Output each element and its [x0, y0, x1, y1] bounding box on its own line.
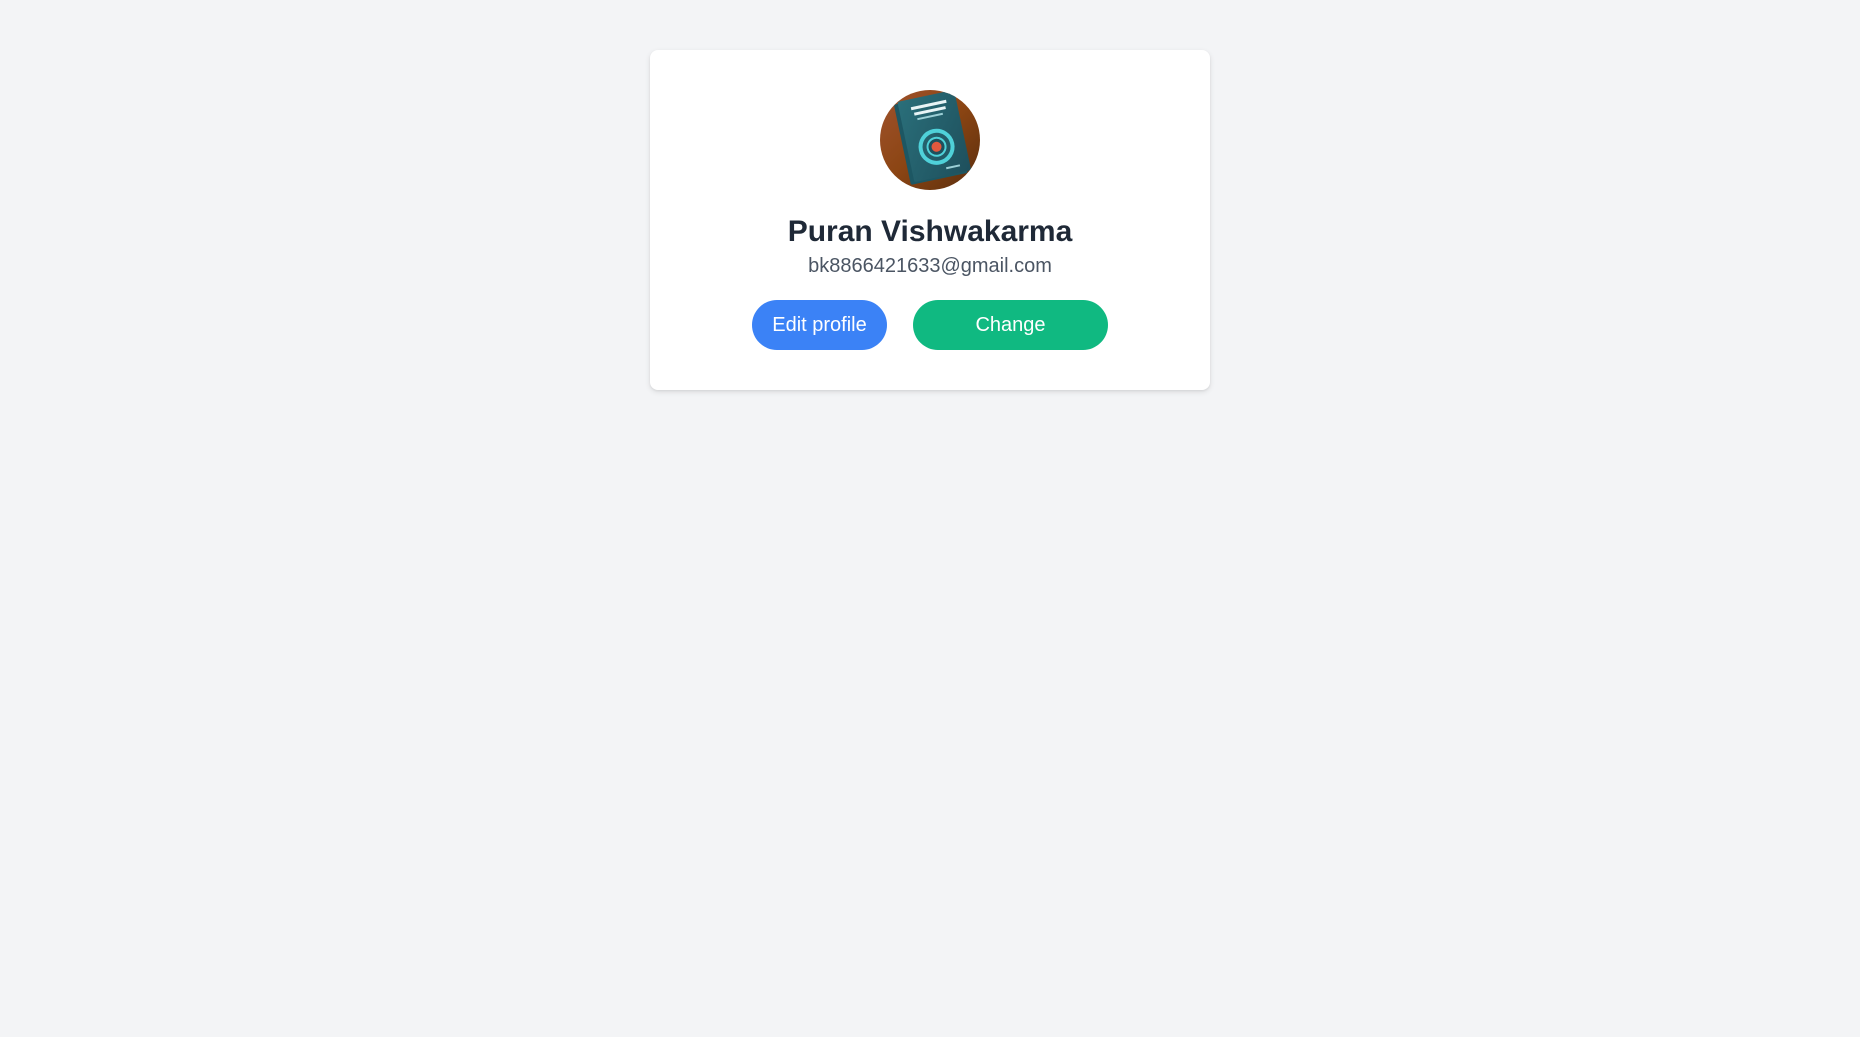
profile-email: bk8866421633@gmail.com — [808, 255, 1052, 277]
profile-card: Puran Vishwakarma bk8866421633@gmail.com… — [650, 50, 1210, 390]
profile-name: Puran Vishwakarma — [787, 215, 1073, 248]
avatar-image — [880, 90, 980, 190]
avatar — [880, 90, 980, 190]
profile-actions: Edit profile Change Password — [650, 300, 1210, 386]
change-password-button[interactable]: Change Password — [913, 300, 1108, 386]
edit-profile-button[interactable]: Edit profile — [752, 300, 887, 350]
